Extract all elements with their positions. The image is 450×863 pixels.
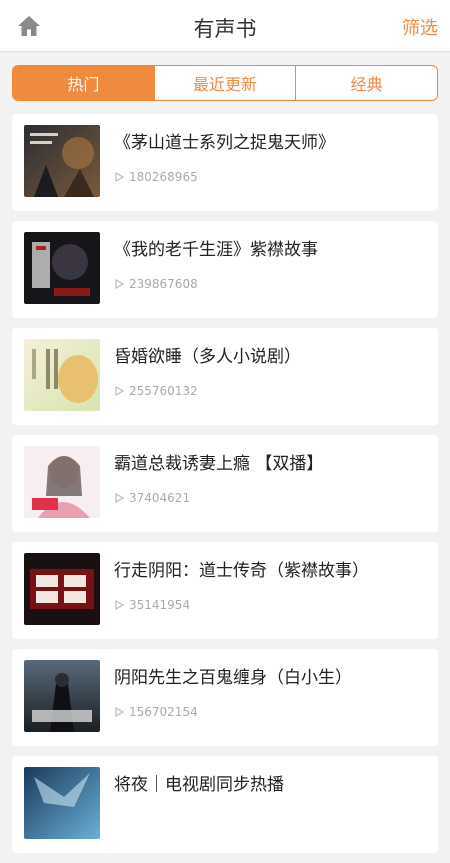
play-icon [114, 172, 124, 182]
play-count-value: 37404621 [129, 491, 191, 505]
play-icon [114, 600, 124, 610]
play-count-value: 180268965 [129, 170, 198, 184]
play-count: 37404621 [114, 491, 190, 505]
play-icon [114, 279, 124, 289]
list-item[interactable]: 《我的老千生涯》紫襟故事 239867608 [12, 221, 438, 318]
book-cover [24, 232, 100, 304]
play-count-value: 255760132 [129, 384, 198, 398]
filter-button[interactable]: 筛选 [402, 14, 438, 40]
book-title: 霸道总裁诱妻上瘾 【双播】 [114, 454, 324, 474]
book-title: 行走阴阳：道士传奇（紫襟故事） [114, 561, 369, 581]
book-list: 《茅山道士系列之捉鬼天师》 180268965 《我的老千生涯》紫襟故事 239… [12, 114, 438, 863]
book-title: 昏婚欲睡（多人小说剧） [114, 347, 301, 367]
list-item[interactable]: 《茅山道士系列之捉鬼天师》 180268965 [12, 114, 438, 211]
play-count-value: 156702154 [129, 705, 198, 719]
play-icon [114, 386, 124, 396]
book-cover [24, 125, 100, 197]
play-count: 255760132 [114, 384, 198, 398]
list-item[interactable]: 昏婚欲睡（多人小说剧） 255760132 [12, 328, 438, 425]
book-title: 《茅山道士系列之捉鬼天师》 [114, 133, 335, 153]
book-title: 将夜｜电视剧同步热播 [114, 775, 284, 795]
list-item[interactable]: 阴阳先生之百鬼缠身（白小生） 156702154 [12, 649, 438, 746]
tab-classic[interactable]: 经典 [295, 66, 437, 100]
play-count: 35141954 [114, 598, 190, 612]
tab-hot[interactable]: 热门 [13, 66, 154, 100]
book-cover [24, 660, 100, 732]
book-cover [24, 339, 100, 411]
book-title: 阴阳先生之百鬼缠身（白小生） [114, 668, 352, 688]
list-item[interactable]: 霸道总裁诱妻上瘾 【双播】 37404621 [12, 435, 438, 532]
book-title: 《我的老千生涯》紫襟故事 [114, 240, 318, 260]
book-cover [24, 446, 100, 518]
book-cover [24, 553, 100, 625]
category-tabs: 热门 最近更新 经典 [12, 65, 438, 101]
play-count: 239867608 [114, 277, 198, 291]
tab-recent[interactable]: 最近更新 [153, 66, 296, 100]
play-count-value: 239867608 [129, 277, 198, 291]
play-count: 156702154 [114, 705, 198, 719]
play-icon [114, 707, 124, 717]
play-count: 180268965 [114, 170, 198, 184]
book-cover [24, 767, 100, 839]
page-title: 有声书 [193, 17, 257, 41]
play-count-value: 35141954 [129, 598, 191, 612]
top-bar: 有声书 筛选 [0, 0, 450, 52]
play-icon [114, 493, 124, 503]
list-item[interactable]: 将夜｜电视剧同步热播 [12, 756, 438, 853]
list-item[interactable]: 行走阴阳：道士传奇（紫襟故事） 35141954 [12, 542, 438, 639]
